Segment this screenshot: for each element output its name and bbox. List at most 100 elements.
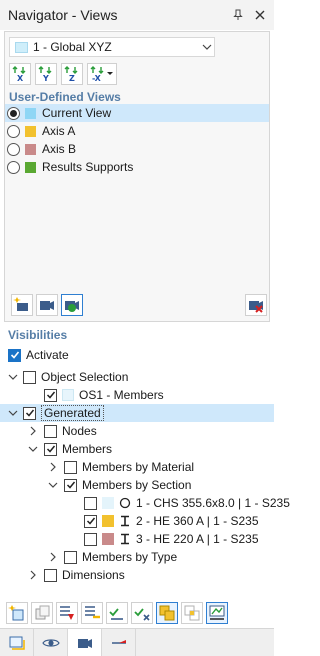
visibility-toolbar (6, 602, 268, 626)
members-by-section-checkbox[interactable] (64, 478, 77, 492)
view-settings-button[interactable] (61, 294, 83, 316)
camera-icon (77, 638, 92, 648)
display-settings-button[interactable] (206, 602, 228, 624)
view-color-swatch (25, 125, 36, 137)
members-checkbox[interactable] (44, 442, 57, 456)
view-selector[interactable]: 1 - Global XYZ (9, 37, 215, 57)
section-1-swatch (102, 497, 114, 509)
display-settings-icon (209, 605, 225, 620)
view-item-label: Results Supports (42, 160, 134, 174)
camera-globe-icon (65, 301, 79, 312)
title-bar: Navigator - Views (0, 0, 274, 30)
tab-results[interactable] (102, 629, 136, 656)
section-2-checkbox[interactable] (84, 514, 97, 528)
tree-item-label: Object Selection (41, 370, 129, 384)
section-1-checkbox[interactable] (84, 496, 97, 510)
tree-item-label: Members by Material (82, 460, 195, 474)
dimensions-checkbox[interactable] (44, 568, 57, 582)
tree-item-section-1[interactable]: 1 - CHS 355.6x8.0 | 1 - S235 (0, 494, 290, 512)
tree-item-os1-members[interactable]: OS1 - Members (0, 386, 274, 404)
camera-view-icon (40, 301, 54, 310)
nodes-checkbox[interactable] (44, 424, 57, 438)
tab-data[interactable] (0, 629, 34, 656)
tab-display[interactable] (34, 629, 68, 656)
uncheck-all-button[interactable] (131, 602, 153, 624)
intersect-icon (184, 605, 200, 621)
filter-visibility-button[interactable] (56, 602, 78, 624)
close-icon[interactable] (252, 7, 268, 23)
chevron-right-icon[interactable] (46, 550, 60, 564)
chevron-down-icon[interactable] (200, 44, 214, 50)
chevron-right-icon[interactable] (26, 568, 40, 582)
object-selection-checkbox[interactable] (23, 370, 36, 384)
tab-views[interactable] (68, 629, 102, 656)
show-list-icon (85, 606, 100, 619)
view-x-icon: X (12, 66, 26, 83)
view-x-button[interactable]: X (9, 63, 31, 85)
chevron-down-icon[interactable] (6, 406, 20, 420)
pipe-section-icon (119, 497, 131, 509)
members-by-type-checkbox[interactable] (64, 550, 77, 564)
tree-item-members-by-material[interactable]: Members by Material (0, 458, 274, 476)
pin-icon[interactable] (230, 7, 246, 23)
section-3-swatch (102, 533, 114, 545)
intersect-mode-button[interactable] (181, 602, 203, 624)
tree-item-section-3[interactable]: 3 - HE 220 A | 1 - S235 (0, 530, 274, 548)
view-item-axis-a[interactable]: Axis A (5, 122, 269, 140)
tree-item-section-2[interactable]: 2 - HE 360 A | 1 - S235 (0, 512, 274, 530)
tree-item-label: 2 - HE 360 A | 1 - S235 (136, 514, 259, 528)
tree-item-label: Dimensions (62, 568, 125, 582)
radio-results-supports[interactable] (7, 160, 20, 174)
radio-axis-a[interactable] (7, 124, 20, 138)
svg-text:X: X (17, 74, 24, 83)
section-3-checkbox[interactable] (84, 532, 97, 546)
radio-axis-b[interactable] (7, 142, 20, 156)
navigator-tabs (0, 628, 274, 656)
tree-item-members-by-section[interactable]: Members by Section (0, 476, 274, 494)
tree-item-label: 3 - HE 220 A | 1 - S235 (136, 532, 259, 546)
tree-item-label: Members by Section (82, 478, 192, 492)
view-z-button[interactable]: Z (61, 63, 83, 85)
tree-item-generated[interactable]: Generated (0, 404, 274, 422)
view-item-results-supports[interactable]: Results Supports (5, 158, 269, 176)
new-view-button[interactable] (11, 294, 33, 316)
view-item-current-view[interactable]: Current View (5, 104, 269, 122)
radio-current-view[interactable] (7, 106, 20, 120)
check-all-button[interactable] (106, 602, 128, 624)
tree-item-members-by-type[interactable]: Members by Type (0, 548, 274, 566)
tree-item-members[interactable]: Members (0, 440, 274, 458)
user-defined-views-heading: User-Defined Views (9, 90, 121, 104)
new-visibility-button[interactable] (6, 602, 28, 624)
view-minus-x-button[interactable]: -X (87, 63, 117, 85)
user-defined-views-list: Current View Axis A Axis B Results Suppo… (5, 104, 269, 176)
save-view-button[interactable] (36, 294, 58, 316)
chevron-right-icon[interactable] (26, 424, 40, 438)
union-mode-button[interactable] (156, 602, 178, 624)
show-visibility-button[interactable] (81, 602, 103, 624)
copy-visibility-button[interactable] (31, 602, 53, 624)
view-color-swatch (25, 107, 36, 119)
section-2-swatch (102, 515, 114, 527)
tree-item-label: Generated (41, 405, 104, 421)
delete-view-button[interactable] (245, 294, 267, 316)
activate-label: Activate (26, 348, 69, 362)
activate-row[interactable]: Activate (0, 346, 274, 364)
visibilities-heading: Visibilities (8, 328, 68, 342)
tree-item-label: Nodes (62, 424, 97, 438)
tree-item-dimensions[interactable]: Dimensions (0, 566, 274, 584)
generated-checkbox[interactable] (23, 406, 36, 420)
chevron-down-icon[interactable] (26, 442, 40, 456)
tree-item-object-selection[interactable]: Object Selection (0, 368, 274, 386)
activate-checkbox[interactable] (8, 348, 21, 362)
view-color-swatch (25, 161, 36, 173)
view-item-axis-b[interactable]: Axis B (5, 140, 269, 158)
chevron-down-icon[interactable] (46, 478, 60, 492)
view-selector-value: 1 - Global XYZ (33, 40, 112, 54)
chevron-right-icon[interactable] (46, 460, 60, 474)
tree-item-nodes[interactable]: Nodes (0, 422, 274, 440)
os1-members-checkbox[interactable] (44, 388, 57, 402)
view-y-button[interactable]: Y (35, 63, 57, 85)
chevron-down-icon[interactable] (6, 370, 20, 384)
members-by-material-checkbox[interactable] (64, 460, 77, 474)
selection-icon (62, 389, 74, 401)
